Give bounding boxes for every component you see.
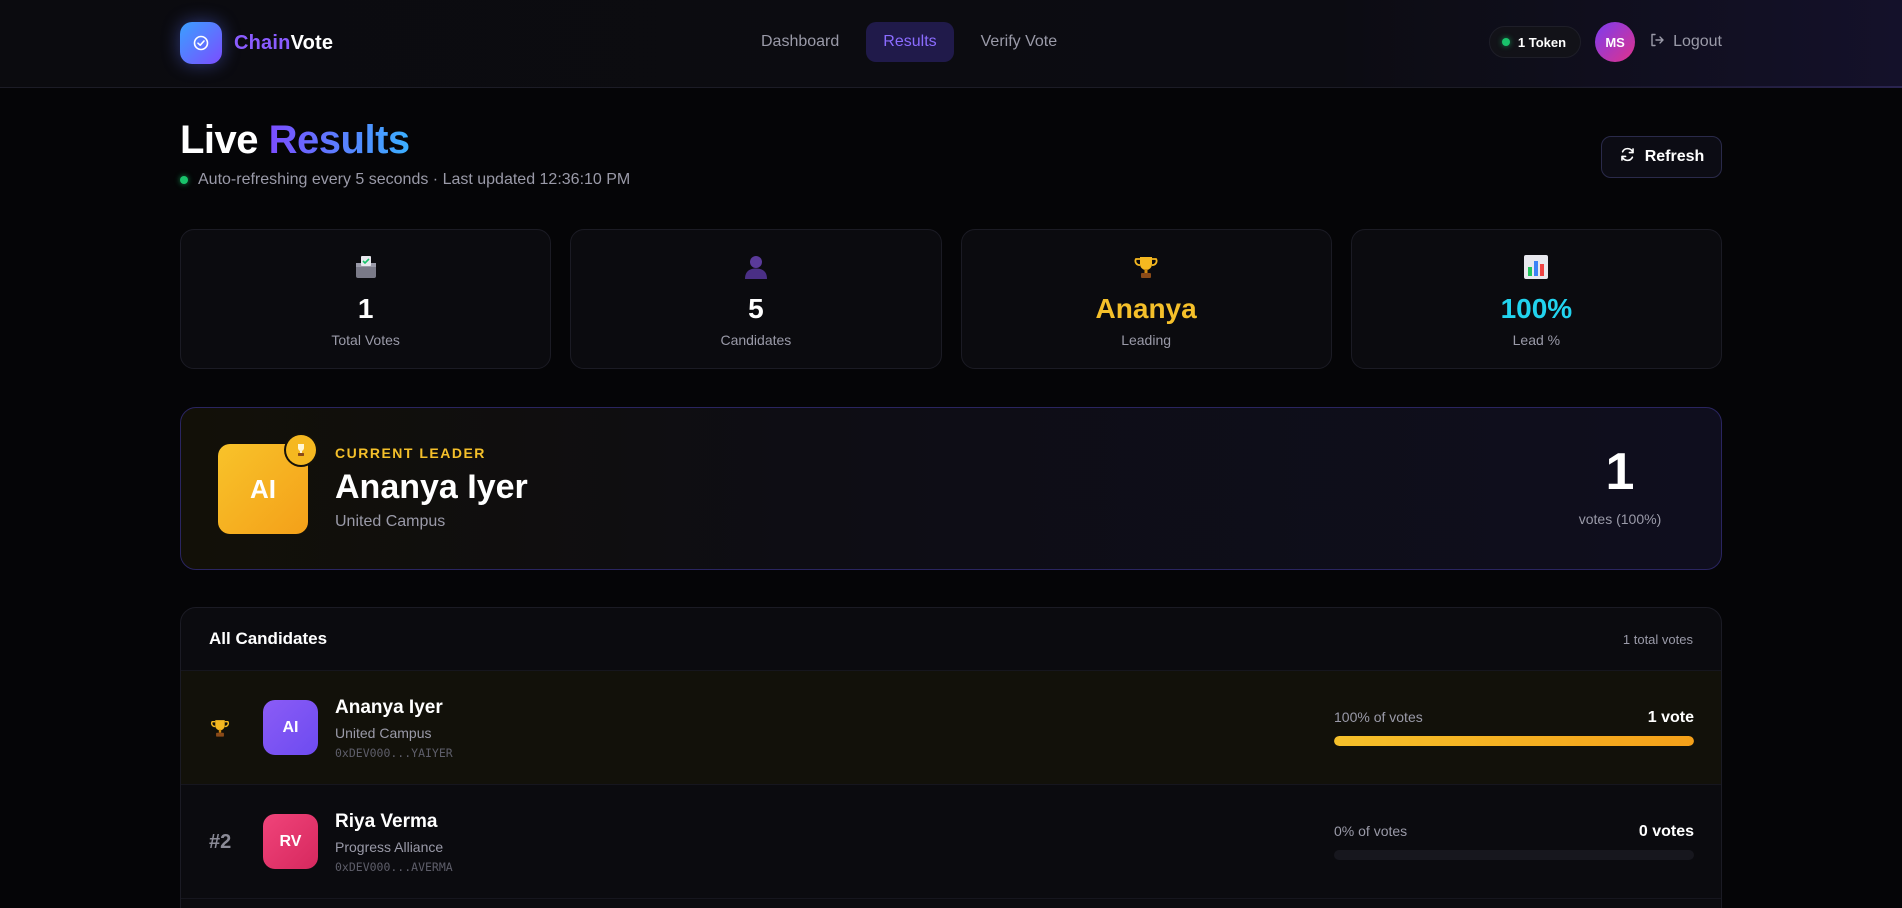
header-actions: 1 Token MS Logout	[1488, 22, 1722, 62]
candidate-name: Riya Verma	[335, 811, 438, 832]
candidate-party: Progress Alliance	[335, 839, 444, 855]
panel-title: All Candidates	[209, 629, 328, 648]
leader-name: Ananya Iyer	[335, 468, 528, 506]
leader-vote-count: 1	[1605, 443, 1635, 501]
panel-header: All Candidates 1 total votes	[181, 608, 1721, 671]
refresh-status: Auto-refreshing every 5 seconds · Last u…	[180, 171, 630, 189]
candidate-party: United Campus	[335, 725, 432, 741]
candidate-row: AI Ananya Iyer United Campus 0xDEV000...…	[181, 671, 1721, 785]
ballot-box-icon	[352, 252, 380, 282]
medal-icon	[286, 435, 316, 465]
refresh-label: Refresh	[1644, 148, 1705, 165]
candidate-avatar: RV	[263, 814, 318, 869]
stat-leading: Ananya Leading	[960, 229, 1332, 369]
current-leader-card: AI CURRENT LEADER Ananya Iyer United Cam…	[180, 407, 1722, 570]
candidate-address: 0xDEV000...AVERMA	[335, 860, 453, 874]
trophy-icon	[1132, 252, 1160, 282]
vote-bar	[1334, 850, 1694, 860]
rank-trophy-icon	[209, 671, 249, 785]
stat-value: 100%	[1500, 293, 1573, 324]
leader-vote-label: votes (100%)	[1578, 511, 1662, 527]
brand[interactable]: ChainVote	[180, 22, 333, 64]
logo-check-icon	[180, 22, 222, 64]
stat-total-votes: 1 Total Votes	[180, 229, 552, 369]
top-navigation-bar: ChainVote Dashboard Results Verify Vote …	[0, 0, 1902, 88]
stat-label: Leading	[1121, 332, 1172, 348]
status-dot-icon	[1501, 38, 1510, 46]
logout-icon	[1649, 32, 1665, 53]
token-badge: 1 Token	[1488, 26, 1582, 58]
main-nav: Dashboard Results Verify Vote	[744, 22, 1074, 62]
vote-count: 1 vote	[1647, 709, 1694, 726]
bar-chart-icon	[1522, 252, 1550, 282]
logout-label: Logout	[1673, 33, 1722, 50]
live-dot-icon	[180, 176, 188, 184]
stat-candidates: 5 Candidates	[570, 229, 942, 369]
refresh-button[interactable]: Refresh	[1601, 136, 1722, 178]
brand-name: ChainVote	[234, 31, 334, 54]
token-count: 1 Token	[1517, 34, 1567, 50]
nav-results[interactable]: Results	[866, 22, 954, 62]
refresh-status-text: Auto-refreshing every 5 seconds · Last u…	[198, 171, 631, 188]
vote-percent: 0% of votes	[1334, 823, 1408, 839]
refresh-icon	[1619, 146, 1636, 168]
page-title: Live Results	[180, 118, 410, 162]
stats-row: 1 Total Votes 5 Candidates Ananya Leadin…	[180, 229, 1722, 369]
person-icon	[742, 252, 770, 282]
stat-value: 5	[748, 293, 764, 324]
leader-party: United Campus	[335, 513, 446, 530]
vote-bar-fill	[1334, 736, 1694, 746]
nav-dashboard[interactable]: Dashboard	[744, 22, 856, 62]
nav-verify-vote[interactable]: Verify Vote	[964, 22, 1075, 62]
vote-percent: 100% of votes	[1334, 709, 1423, 725]
candidate-row: #2 RV Riya Verma Progress Alliance 0xDEV…	[181, 785, 1721, 899]
stat-lead-percent: 100% Lead %	[1350, 229, 1722, 369]
candidate-rank: #2	[209, 830, 232, 853]
total-votes-count: 1 total votes	[1622, 631, 1693, 647]
user-avatar[interactable]: MS	[1595, 22, 1636, 62]
candidate-avatar: AI	[263, 700, 318, 755]
vote-count: 0 votes	[1638, 823, 1694, 840]
vote-share: 0% of votes 0 votes	[1334, 823, 1694, 860]
logout-button[interactable]: Logout	[1649, 32, 1722, 53]
stat-label: Total Votes	[331, 332, 400, 348]
leader-eyebrow: CURRENT LEADER	[335, 445, 486, 461]
stat-label: Lead %	[1512, 332, 1561, 348]
stat-value: Ananya	[1095, 293, 1197, 324]
all-candidates-panel: All Candidates 1 total votes AI Ananya I…	[180, 607, 1722, 908]
stat-label: Candidates	[720, 332, 792, 348]
candidate-name: Ananya Iyer	[335, 697, 443, 718]
candidate-address: 0xDEV000...YAIYER	[335, 746, 453, 760]
vote-share: 100% of votes 1 vote	[1334, 709, 1694, 746]
stat-value: 1	[357, 293, 374, 324]
vote-bar	[1334, 736, 1694, 746]
